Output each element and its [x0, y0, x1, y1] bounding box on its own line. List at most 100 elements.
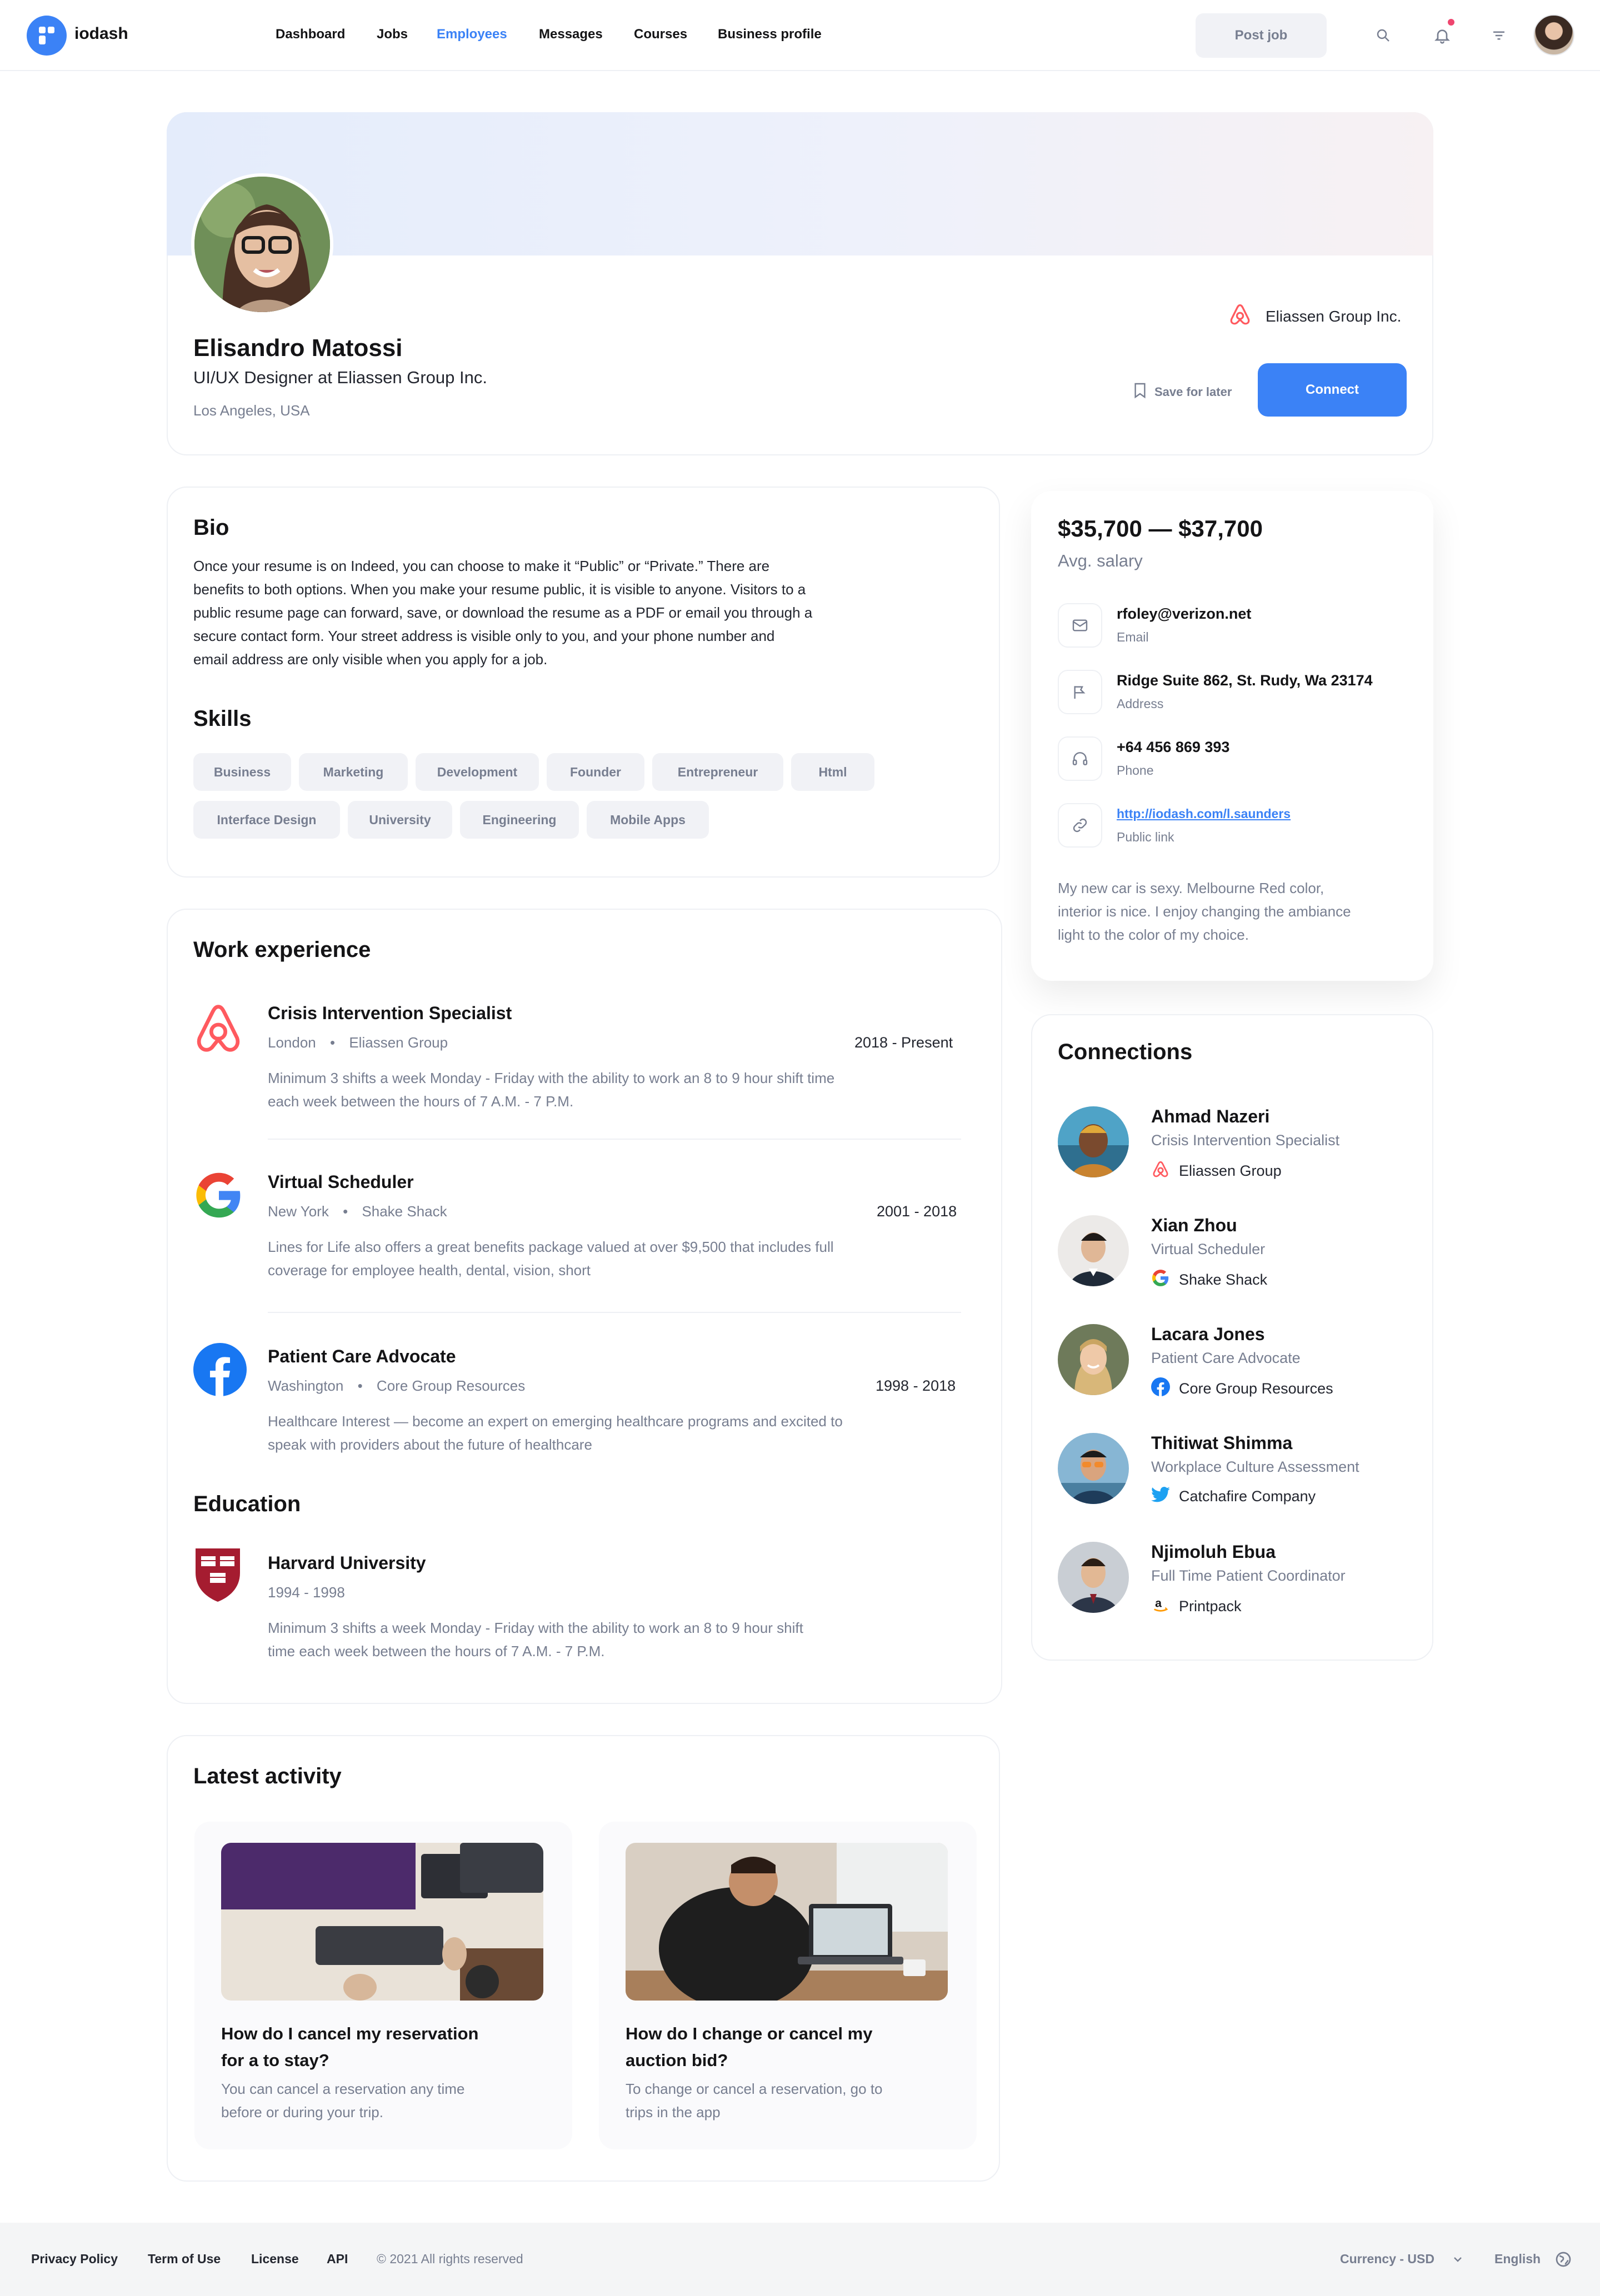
- svg-text:a: a: [1155, 1596, 1162, 1610]
- profile-banner: [167, 112, 1433, 255]
- footer: Privacy Policy Term of Use License API ©…: [0, 2223, 1600, 2296]
- job-description: Lines for Life also offers a great benef…: [268, 1235, 968, 1282]
- salary-note-line: light to the color of my choice.: [1058, 926, 1249, 943]
- skill-chip[interactable]: Engineering: [460, 801, 579, 839]
- skill-chip[interactable]: University: [348, 801, 452, 839]
- skills-heading: Skills: [193, 706, 252, 731]
- save-for-later-button[interactable]: Save for later: [1133, 382, 1232, 402]
- bookmark-icon: [1133, 382, 1147, 402]
- profile-title: UI/UX Designer at Eliassen Group Inc.: [193, 368, 487, 387]
- airbnb-logo-icon: [1151, 1160, 1170, 1182]
- skill-chip[interactable]: Founder: [547, 753, 644, 791]
- bio-line: public resume page can forward, save, or…: [193, 604, 813, 621]
- job-description-line: coverage for employee health, dental, vi…: [268, 1262, 591, 1279]
- job-location: New York: [268, 1203, 329, 1220]
- salary-range: $35,700 — $37,700: [1058, 515, 1263, 542]
- currency-selector[interactable]: Currency - USD: [1340, 2252, 1434, 2267]
- school-name: Harvard University: [268, 1553, 426, 1573]
- skill-chip[interactable]: Entrepreneur: [652, 753, 783, 791]
- contact-public-link-label: Public link: [1117, 830, 1174, 844]
- top-navbar: iodash Dashboard Jobs Employees Messages…: [0, 0, 1600, 71]
- activity-title-line: How do I cancel my reservation: [221, 2024, 479, 2043]
- contact-email[interactable]: rfoley@verizon.net: [1117, 605, 1251, 623]
- skill-chip[interactable]: Development: [416, 753, 539, 791]
- post-job-button[interactable]: Post job: [1196, 13, 1327, 58]
- footer-link-api[interactable]: API: [327, 2252, 348, 2267]
- profile-location: Los Angeles, USA: [193, 402, 310, 419]
- skill-chip[interactable]: Interface Design: [193, 801, 340, 839]
- connection-avatar[interactable]: [1058, 1215, 1129, 1286]
- nav-dashboard[interactable]: Dashboard: [276, 27, 345, 42]
- salary-note: My new car is sexy. Melbourne Red color,…: [1058, 876, 1413, 946]
- search-icon[interactable]: [1370, 22, 1397, 49]
- contact-phone[interactable]: +64 456 869 393: [1117, 739, 1229, 756]
- job-meta: London • Eliassen Group: [268, 1034, 448, 1051]
- nav-messages[interactable]: Messages: [539, 27, 603, 42]
- connection-name[interactable]: Njimoluh Ebua: [1151, 1542, 1276, 1562]
- user-avatar[interactable]: [1533, 14, 1574, 56]
- connection-avatar[interactable]: [1058, 1106, 1129, 1177]
- activity-title-line: for a to stay?: [221, 2051, 329, 2070]
- skill-chip[interactable]: Business: [193, 753, 291, 791]
- nav-employees[interactable]: Employees: [437, 27, 507, 42]
- connection-name[interactable]: Lacara Jones: [1151, 1324, 1265, 1345]
- google-logo-icon: [1151, 1269, 1170, 1291]
- connection-name[interactable]: Xian Zhou: [1151, 1215, 1237, 1236]
- connection-company: Shake Shack: [1151, 1269, 1267, 1291]
- connection-avatar[interactable]: [1058, 1542, 1129, 1613]
- bio-line: secure contact form. Your street address…: [193, 628, 775, 644]
- flag-icon: [1058, 670, 1102, 714]
- connection-role: Workplace Culture Assessment: [1151, 1458, 1359, 1475]
- footer-link-license[interactable]: License: [251, 2252, 299, 2267]
- profile-photo: [191, 173, 333, 315]
- job-dates: 2001 - 2018: [877, 1203, 957, 1220]
- job-description: Healthcare Interest — become an expert o…: [268, 1410, 968, 1456]
- activity-item[interactable]: How do I cancel my reservation for a to …: [194, 1822, 572, 2149]
- contact-email-label: Email: [1117, 630, 1149, 644]
- nav-jobs[interactable]: Jobs: [377, 27, 408, 42]
- connect-button[interactable]: Connect: [1258, 363, 1407, 417]
- bio-line: email address are only visible when you …: [193, 651, 548, 668]
- skill-chip[interactable]: Mobile Apps: [587, 801, 709, 839]
- brand-logo-icon[interactable]: [27, 16, 67, 56]
- connection-name[interactable]: Ahmad Nazeri: [1151, 1106, 1269, 1127]
- contact-public-link[interactable]: http://iodash.com/l.saunders: [1117, 806, 1291, 821]
- activity-item[interactable]: How do I change or cancel my auction bid…: [599, 1822, 977, 2149]
- job-meta: New York • Shake Shack: [268, 1203, 447, 1220]
- connection-role: Full Time Patient Coordinator: [1151, 1567, 1346, 1584]
- globe-icon[interactable]: [1554, 2250, 1572, 2271]
- mail-icon: [1058, 603, 1102, 648]
- nav-courses[interactable]: Courses: [634, 27, 687, 42]
- activity-image: [221, 1843, 543, 2001]
- filter-icon[interactable]: [1486, 22, 1512, 49]
- language-selector[interactable]: English: [1494, 2252, 1541, 2267]
- job-location: London: [268, 1034, 316, 1051]
- brand-name[interactable]: iodash: [74, 24, 128, 43]
- connection-company-name: Printpack: [1179, 1598, 1242, 1615]
- airbnb-logo-icon: [193, 1002, 247, 1055]
- divider: [268, 1139, 961, 1140]
- chevron-down-icon[interactable]: [1451, 2253, 1464, 2269]
- salary-label: Avg. salary: [1058, 551, 1143, 570]
- education-description-line: time each week between the hours of 7 A.…: [268, 1643, 605, 1660]
- footer-link-privacy[interactable]: Privacy Policy: [31, 2252, 118, 2267]
- notification-bell-icon[interactable]: [1429, 19, 1456, 49]
- nav-business-profile[interactable]: Business profile: [718, 27, 822, 42]
- connection-company-name: Catchafire Company: [1179, 1488, 1316, 1505]
- airbnb-logo-icon: [1228, 302, 1252, 330]
- facebook-logo-icon: [1151, 1377, 1170, 1400]
- connection-company: Core Group Resources: [1151, 1377, 1333, 1400]
- footer-link-terms[interactable]: Term of Use: [148, 2252, 221, 2267]
- profile-company: Eliassen Group Inc.: [1228, 302, 1401, 330]
- job-location: Washington: [268, 1377, 344, 1394]
- activity-image: [626, 1843, 948, 2001]
- connection-avatar[interactable]: [1058, 1324, 1129, 1395]
- job-title: Virtual Scheduler: [268, 1172, 414, 1192]
- connection-name[interactable]: Thitiwat Shimma: [1151, 1433, 1292, 1453]
- connection-avatar[interactable]: [1058, 1433, 1129, 1504]
- bio-line: benefits to both options. When you make …: [193, 581, 806, 598]
- bio-line: Once your resume is on Indeed, you can c…: [193, 558, 770, 574]
- skill-chip[interactable]: Marketing: [299, 753, 408, 791]
- job-description-line: Healthcare Interest — become an expert o…: [268, 1413, 843, 1430]
- skill-chip[interactable]: Html: [791, 753, 874, 791]
